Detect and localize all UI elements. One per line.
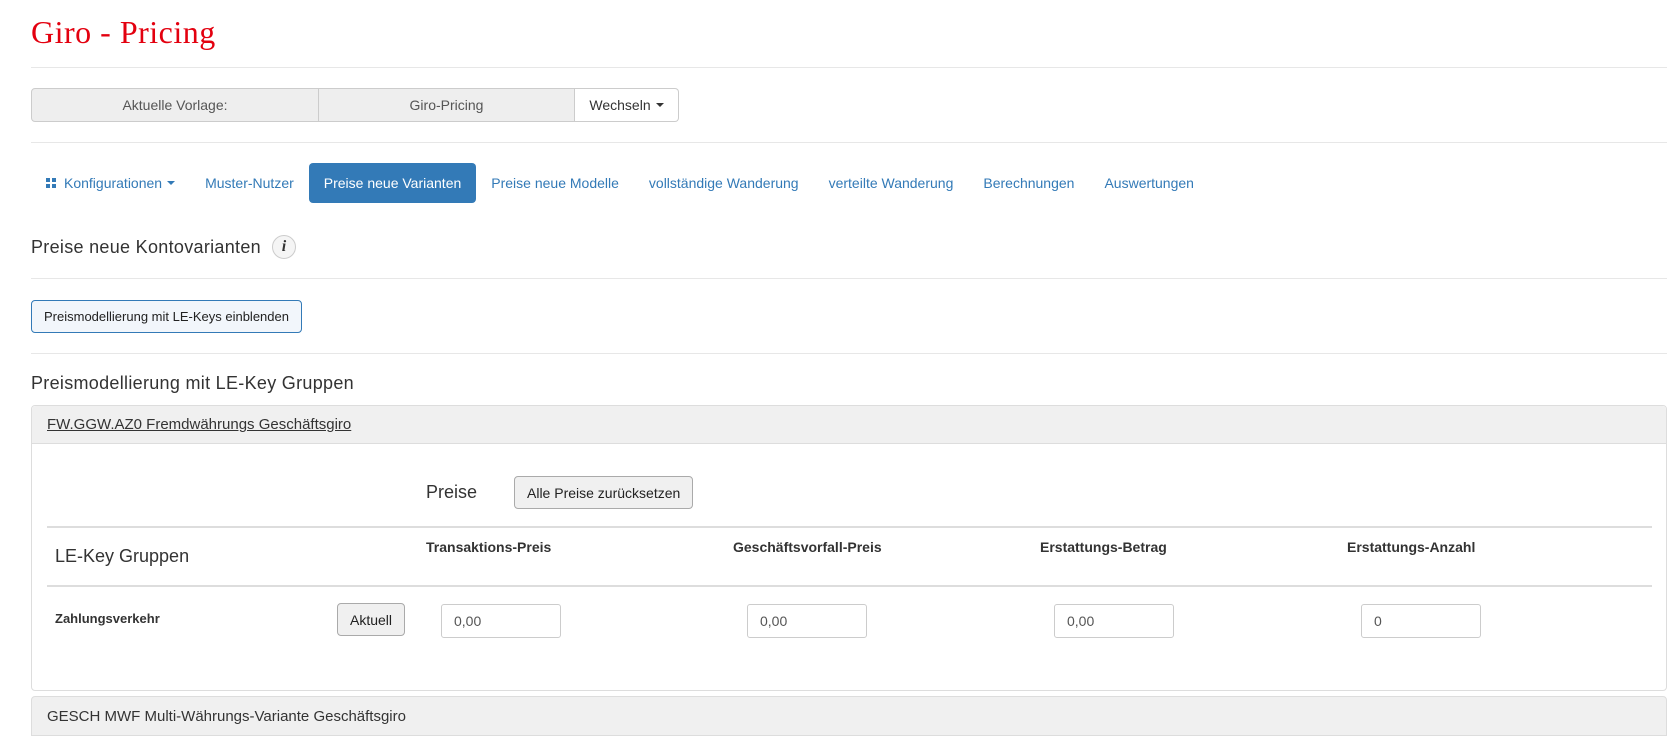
nav-item-konfigurationen[interactable]: Konfigurationen xyxy=(31,163,190,203)
switch-template-label: Wechseln xyxy=(589,97,651,113)
divider xyxy=(31,353,1667,354)
transaction-price-input[interactable]: 0,00 xyxy=(441,604,561,638)
aktuell-button[interactable]: Aktuell xyxy=(337,603,406,636)
current-template-value: Giro-Pricing xyxy=(319,88,575,122)
refund-amount-input[interactable]: 0,00 xyxy=(1054,604,1174,638)
table-top-border xyxy=(47,526,1652,528)
nav-item-verteilte-wanderung[interactable]: verteilte Wanderung xyxy=(814,163,969,203)
grid-icon xyxy=(46,178,56,188)
template-selector: Aktuelle Vorlage: Giro-Pricing Wechseln xyxy=(31,88,679,122)
show-le-keys-button[interactable]: Preismodellierung mit LE-Keys einblenden xyxy=(31,300,302,333)
divider xyxy=(31,142,1667,143)
nav-item-auswertungen[interactable]: Auswertungen xyxy=(1089,163,1209,203)
nav-item-berechnungen[interactable]: Berechnungen xyxy=(968,163,1089,203)
nav-item-muster-nutzer[interactable]: Muster-Nutzer xyxy=(190,163,309,203)
page-title: Giro - Pricing xyxy=(31,14,216,50)
nav-item-preise-neue-modelle[interactable]: Preise neue Modelle xyxy=(476,163,634,203)
caret-down-icon xyxy=(167,181,176,185)
prices-label: Preise xyxy=(426,482,478,502)
switch-template-button[interactable]: Wechseln xyxy=(575,88,679,122)
current-template-label: Aktuelle Vorlage: xyxy=(31,88,319,122)
nav-item-label: Konfigurationen xyxy=(64,175,163,191)
refund-count-input[interactable]: 0 xyxy=(1361,604,1481,638)
row-label: Zahlungsverkehr xyxy=(55,611,160,626)
panel-variant-collapsed[interactable]: GESCH MWF Multi-Währungs-Variante Geschä… xyxy=(31,696,1667,736)
column-header: Transaktions-Preis xyxy=(426,539,552,555)
divider xyxy=(31,67,1667,68)
panel-title[interactable]: FW.GGW.AZ0 Fremdwährungs Geschäftsgiro xyxy=(32,406,1666,444)
business-case-price-input[interactable]: 0,00 xyxy=(747,604,867,638)
info-icon[interactable]: i xyxy=(272,235,296,259)
divider xyxy=(31,278,1667,279)
column-header: Erstattungs-Betrag xyxy=(1040,539,1167,555)
section-title: Preise neue Kontovarianten xyxy=(31,237,261,257)
section-title: Preismodellierung mit LE-Key Gruppen xyxy=(31,373,354,393)
nav-item-vollstaendige-wanderung[interactable]: vollständige Wanderung xyxy=(634,163,814,203)
panel-title: GESCH MWF Multi-Währungs-Variante Geschä… xyxy=(47,707,406,725)
caret-down-icon xyxy=(655,103,664,107)
reset-prices-button[interactable]: Alle Preise zurücksetzen xyxy=(514,476,694,509)
column-header: Erstattungs-Anzahl xyxy=(1347,539,1476,555)
main-nav: Konfigurationen Muster-Nutzer Preise neu… xyxy=(31,163,1209,203)
nav-item-preise-neue-varianten[interactable]: Preise neue Varianten xyxy=(308,163,477,203)
le-key-groups-header: LE-Key Gruppen xyxy=(55,546,190,566)
table-header-border xyxy=(47,585,1652,587)
column-header: Geschäftsvorfall-Preis xyxy=(733,539,882,555)
